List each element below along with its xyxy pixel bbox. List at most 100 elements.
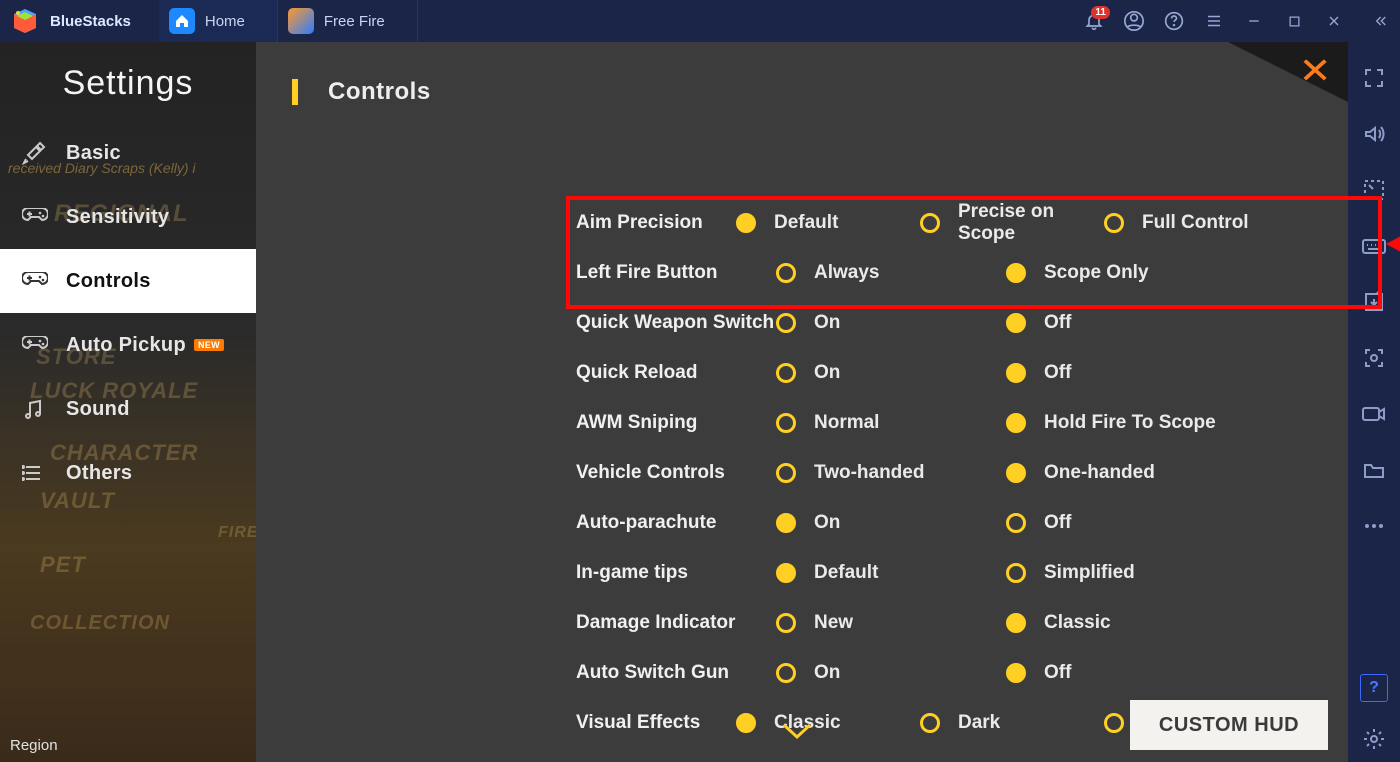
setting-option[interactable]: Off (1006, 312, 1236, 334)
setting-option[interactable]: Off (1006, 662, 1236, 684)
radio-icon (1006, 513, 1026, 533)
setting-label: Vehicle Controls (576, 462, 776, 484)
setting-option[interactable]: Off (1006, 362, 1236, 384)
tab-home[interactable]: Home (159, 0, 278, 42)
setting-label: Auto Switch Gun (576, 662, 776, 684)
fullscreen-icon[interactable] (1348, 50, 1400, 106)
radio-icon (736, 213, 756, 233)
sidebar-item-others[interactable]: Others (0, 441, 256, 505)
setting-row: Damage IndicatorNewClassic (576, 598, 1288, 648)
setting-row: Quick Weapon Switch On Off (576, 298, 1288, 348)
sidebar-item-basic[interactable]: Basic (0, 121, 256, 185)
radio-icon (776, 563, 796, 583)
sidebar-item-label: Sensitivity (66, 206, 169, 229)
setting-option[interactable]: Precise on Scope (920, 201, 1104, 245)
volume-icon[interactable] (1348, 106, 1400, 162)
setting-row: AWM SnipingNormalHold Fire To Scope (576, 398, 1288, 448)
minimize-icon[interactable] (1234, 0, 1274, 42)
setting-option[interactable]: Two-handed (776, 462, 1006, 484)
gamepad-icon (22, 208, 52, 226)
close-settings-button[interactable]: ✕ (1228, 42, 1348, 102)
record-icon[interactable] (1348, 386, 1400, 442)
setting-option[interactable]: Classic (736, 712, 920, 734)
sidebar-item-sound[interactable]: Sound (0, 377, 256, 441)
setting-option[interactable]: Default (776, 562, 1006, 584)
radio-icon (776, 263, 796, 283)
brand-label: BlueStacks (50, 13, 131, 30)
setting-option[interactable]: On (776, 662, 1006, 684)
annotation-arrow-icon (1386, 208, 1400, 285)
option-label: Normal (814, 412, 879, 434)
setting-option[interactable]: Normal (776, 412, 1006, 434)
close-window-icon[interactable] (1314, 0, 1354, 42)
setting-option[interactable]: Full Control (1104, 212, 1288, 234)
wrench-icon (22, 141, 52, 165)
hamburger-icon[interactable] (1194, 0, 1234, 42)
account-icon[interactable] (1114, 0, 1154, 42)
option-label: Two-handed (814, 462, 924, 484)
sidebar-item-label: Auto Pickup (66, 334, 186, 357)
setting-label: Damage Indicator (576, 612, 776, 634)
sidebar-item-autopickup[interactable]: Auto PickupNEW (0, 313, 256, 377)
tab-freefire[interactable]: Free Fire (278, 0, 418, 42)
option-label: Always (814, 262, 879, 284)
setting-option[interactable]: Hold Fire To Scope (1006, 412, 1236, 434)
collapse-icon[interactable] (1360, 0, 1400, 42)
setting-option[interactable]: On (776, 362, 1006, 384)
radio-icon (1006, 563, 1026, 583)
close-icon: ✕ (1298, 50, 1331, 92)
radio-icon (776, 613, 796, 633)
setting-option[interactable]: New (776, 612, 1006, 634)
setting-option[interactable]: Scope Only (1006, 262, 1236, 284)
scroll-down-icon[interactable] (780, 716, 814, 748)
folder-icon[interactable] (1348, 442, 1400, 498)
option-label: On (814, 312, 840, 334)
more-icon[interactable] (1348, 498, 1400, 554)
radio-icon (1006, 263, 1026, 283)
setting-option[interactable]: Simplified (1006, 562, 1236, 584)
setting-label: Quick Weapon Switch (576, 312, 776, 334)
region-label[interactable]: Region (10, 737, 58, 754)
setting-option[interactable]: Dark (920, 712, 1104, 734)
radio-icon (1104, 713, 1124, 733)
setting-option[interactable]: On (776, 512, 1006, 534)
setting-option[interactable]: Always (776, 262, 1006, 284)
settings-title: Settings (0, 42, 256, 121)
sidebar-item-sensitivity[interactable]: Sensitivity (0, 185, 256, 249)
music-icon (22, 398, 52, 420)
screenshot-icon[interactable] (1348, 330, 1400, 386)
radio-icon (776, 663, 796, 683)
radio-icon (1006, 413, 1026, 433)
setting-option[interactable]: Off (1006, 512, 1236, 534)
help-box-icon[interactable]: ? (1360, 674, 1388, 702)
setting-row: Vehicle Controls Two-handed One-handed (576, 448, 1288, 498)
setting-option[interactable]: Default (736, 212, 920, 234)
option-label: Scope Only (1044, 262, 1149, 284)
option-label: Default (774, 212, 838, 234)
radio-icon (776, 413, 796, 433)
gamepad-icon (22, 272, 52, 290)
settings-sidebar: REGIONAL STORE LUCK ROYALE CHARACTER VAU… (0, 42, 256, 762)
bell-icon[interactable]: 11 (1074, 0, 1114, 42)
setting-row: Left Fire ButtonAlwaysScope Only (576, 248, 1288, 298)
option-label: Full Control (1142, 212, 1249, 234)
radio-icon (776, 463, 796, 483)
setting-label: Quick Reload (576, 362, 776, 384)
sidebar-item-controls[interactable]: Controls (0, 249, 256, 313)
radio-icon (1006, 463, 1026, 483)
radio-icon (736, 713, 756, 733)
setting-option[interactable]: One-handed (1006, 462, 1236, 484)
setting-label: Auto-parachute (576, 512, 776, 534)
sidebar-item-label: Others (66, 462, 132, 485)
right-toolbar: ? (1348, 42, 1400, 762)
custom-hud-button[interactable]: CUSTOM HUD (1130, 700, 1328, 750)
setting-row: Auto Switch GunOn Off (576, 648, 1288, 698)
help-icon[interactable] (1154, 0, 1194, 42)
radio-icon (1006, 613, 1026, 633)
option-label: Off (1044, 662, 1071, 684)
setting-option[interactable]: Classic (1006, 612, 1236, 634)
maximize-icon[interactable] (1274, 0, 1314, 42)
gear-icon[interactable] (1348, 716, 1400, 762)
setting-label: Visual Effects (576, 712, 736, 734)
setting-option[interactable]: On (776, 312, 1006, 334)
